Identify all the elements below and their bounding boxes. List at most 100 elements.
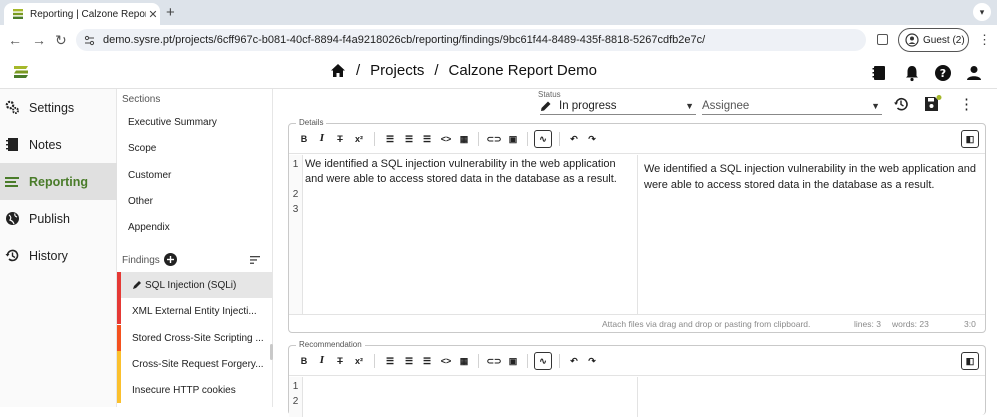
nav-item-label: Publish	[29, 211, 70, 226]
notebook-icon	[4, 137, 20, 153]
breadcrumb-project[interactable]: Calzone Report Demo	[449, 62, 597, 79]
severity-bar	[117, 377, 121, 403]
breadcrumb-projects[interactable]: Projects	[370, 62, 424, 79]
image-icon[interactable]: ▣	[506, 354, 520, 368]
markdown-source[interactable]: We identified a SQL injection vulnerabil…	[305, 157, 635, 187]
nav-item-settings[interactable]: Settings	[0, 89, 117, 126]
task-list-icon[interactable]: ☰	[420, 354, 434, 368]
back-icon[interactable]: ←	[8, 32, 22, 48]
sort-icon[interactable]	[250, 256, 260, 264]
notes-book-icon[interactable]	[870, 64, 888, 82]
section-item[interactable]: Executive Summary	[128, 117, 217, 128]
add-finding-icon[interactable]	[164, 253, 177, 266]
line-number: 1	[292, 381, 299, 392]
line-number: 3	[292, 204, 299, 215]
scrollbar-thumb[interactable]	[270, 344, 273, 360]
forward-icon[interactable]: →	[32, 32, 46, 48]
markdown-toolbar: B I T x² ☰ ☰ ☰ <> ▦ ⊂⊃ ▣ ∿ ↶ ↷ ◧	[289, 346, 985, 376]
close-tab-icon[interactable]: ✕	[146, 8, 160, 21]
nav-item-publish[interactable]: Publish	[0, 200, 117, 237]
gears-icon	[4, 100, 20, 116]
site-info-icon[interactable]	[84, 35, 95, 46]
reload-icon[interactable]: ↻	[55, 32, 67, 49]
toggle-preview-icon[interactable]: ◧	[961, 352, 979, 370]
address-row: ← → ↻ demo.sysre.pt/projects/6cff967c-b0…	[0, 25, 997, 55]
markdown-source[interactable]	[305, 379, 635, 409]
history-icon[interactable]	[893, 96, 909, 112]
nav-item-reporting[interactable]: Reporting	[0, 163, 117, 200]
section-item[interactable]: Other	[128, 196, 153, 207]
undo-icon[interactable]: ↶	[567, 354, 581, 368]
bold-icon[interactable]: B	[297, 132, 311, 146]
table-icon[interactable]: ▦	[457, 132, 471, 146]
bell-icon[interactable]	[903, 64, 921, 82]
account-icon[interactable]	[965, 64, 983, 82]
bullet-list-icon[interactable]: ☰	[383, 132, 397, 146]
numbered-list-icon[interactable]: ☰	[402, 132, 416, 146]
tab-search-icon[interactable]: ▾	[973, 3, 991, 21]
severity-bar	[117, 272, 121, 298]
nav-item-history[interactable]: History	[0, 237, 117, 274]
more-options-icon[interactable]: ⋮	[959, 95, 974, 113]
redo-icon[interactable]: ↷	[585, 132, 599, 146]
save-icon[interactable]	[924, 95, 942, 112]
bullet-list-icon[interactable]: ☰	[383, 354, 397, 368]
spellcheck-icon[interactable]: ∿	[534, 352, 552, 370]
new-tab-button[interactable]: +	[166, 4, 175, 21]
help-icon[interactable]: ?	[934, 64, 952, 82]
pencil-icon	[541, 101, 551, 111]
table-icon[interactable]: ▦	[457, 354, 471, 368]
breadcrumb: / Projects / Calzone Report Demo	[330, 62, 597, 79]
finding-label: Insecure HTTP cookies	[132, 384, 236, 396]
italic-icon[interactable]: I	[315, 354, 329, 368]
finding-label: XML External Entity Injecti...	[132, 305, 257, 317]
image-icon[interactable]: ▣	[506, 132, 520, 146]
code-icon[interactable]: <>	[439, 354, 453, 368]
details-editor: Details B I T x² ☰ ☰ ☰ <> ▦ ⊂⊃ ▣ ∿ ↶ ↷ ◧…	[288, 118, 986, 333]
finding-item[interactable]: Stored Cross-Site Scripting ...	[117, 325, 273, 351]
left-navigation: Settings Notes Reporting Publish History	[0, 89, 117, 407]
strikethrough-icon[interactable]: T	[333, 132, 347, 146]
section-item[interactable]: Scope	[128, 143, 156, 154]
code-icon[interactable]: <>	[439, 132, 453, 146]
breadcrumb-separator: /	[356, 62, 361, 79]
link-icon[interactable]: ⊂⊃	[486, 354, 501, 368]
markdown-preview	[637, 377, 986, 417]
undo-icon[interactable]: ↶	[567, 132, 581, 146]
side-panel-icon[interactable]	[877, 34, 888, 45]
status-select[interactable]: In progress ▼	[540, 98, 696, 115]
task-list-icon[interactable]: ☰	[420, 132, 434, 146]
browser-tab[interactable]: Reporting | Calzone Report D ✕	[4, 3, 160, 25]
toggle-preview-icon[interactable]: ◧	[961, 130, 979, 148]
toolbar-divider	[527, 132, 528, 146]
link-icon[interactable]: ⊂⊃	[486, 132, 501, 146]
superscript-icon[interactable]: x²	[352, 132, 366, 146]
finding-item[interactable]: Cross-Site Request Forgery...	[117, 351, 273, 377]
nav-item-notes[interactable]: Notes	[0, 126, 117, 163]
assignee-select[interactable]: Assignee ▼	[702, 98, 882, 115]
superscript-icon[interactable]: x²	[352, 354, 366, 368]
finding-item[interactable]: XML External Entity Injecti...	[117, 298, 273, 324]
finding-item[interactable]: Insecure HTTP cookies	[117, 377, 273, 403]
profile-button[interactable]: Guest (2)	[898, 28, 969, 52]
address-bar[interactable]: demo.sysre.pt/projects/6cff967c-b081-40c…	[76, 29, 866, 51]
bold-icon[interactable]: B	[297, 354, 311, 368]
spellcheck-icon[interactable]: ∿	[534, 130, 552, 148]
attach-hint: Attach files via drag and drop or pastin…	[602, 319, 811, 329]
home-icon[interactable]	[330, 63, 346, 78]
redo-icon[interactable]: ↷	[585, 354, 599, 368]
finding-item-selected[interactable]: SQL Injection (SQLi)	[117, 272, 273, 298]
italic-icon[interactable]: I	[315, 132, 329, 146]
section-item[interactable]: Customer	[128, 170, 171, 181]
svg-text:?: ?	[940, 67, 946, 80]
strikethrough-icon[interactable]: T	[333, 354, 347, 368]
finding-editor: Status In progress ▼ Assignee ▼ ⋮ Detail…	[278, 89, 997, 417]
numbered-list-icon[interactable]: ☰	[402, 354, 416, 368]
sections-heading: Sections	[122, 94, 161, 105]
history-icon	[4, 248, 20, 264]
browser-menu-icon[interactable]: ⋮	[978, 32, 991, 48]
section-item[interactable]: Appendix	[128, 222, 170, 233]
breadcrumb-separator: /	[434, 62, 439, 79]
profile-label: Guest (2)	[923, 34, 965, 46]
sysreptor-logo[interactable]	[12, 63, 30, 81]
